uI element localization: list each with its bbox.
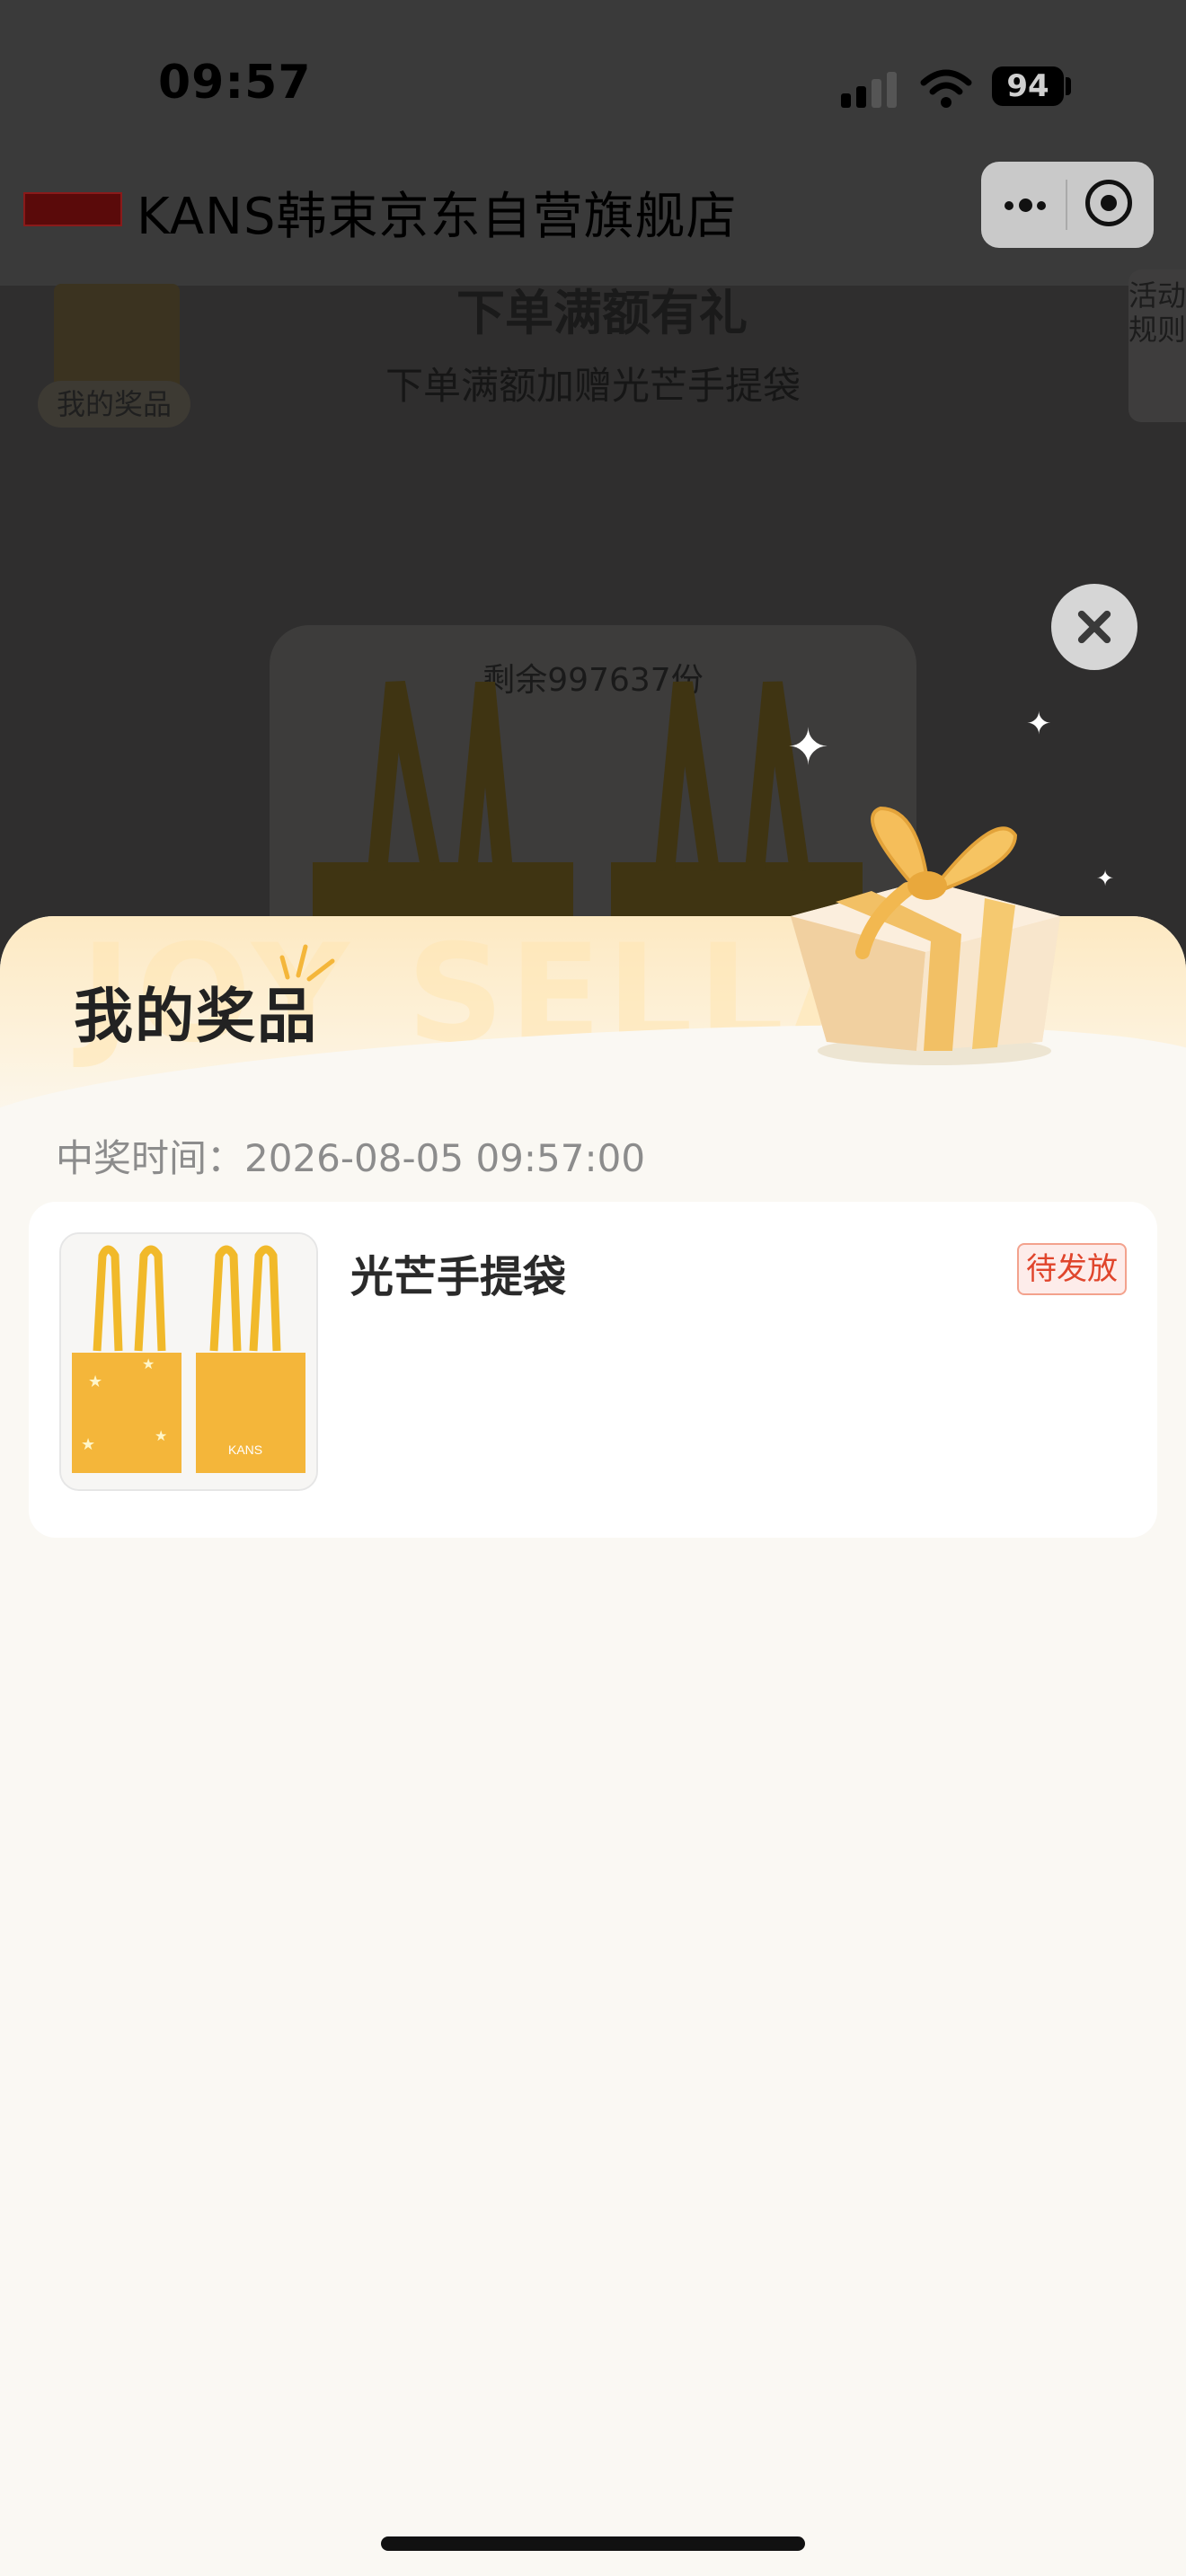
page-heading: 下单满额有礼: [456, 285, 748, 341]
capsule-divider: [1066, 180, 1067, 230]
item-image: ★ ★ ★ ★ KANS: [59, 1232, 318, 1491]
gift-icon: [791, 806, 1060, 1065]
status-badge: 待发放: [1017, 1243, 1127, 1295]
target-icon[interactable]: [1085, 180, 1132, 226]
svg-text:★: ★: [155, 1427, 167, 1444]
rules-tab[interactable]: 活动规则: [1128, 269, 1186, 422]
home-indicator: [381, 2536, 805, 2551]
status-time: 09:57: [158, 56, 312, 110]
sparkle-icon: ✦: [1096, 866, 1115, 891]
my-prize-button[interactable]: 我的奖品: [38, 381, 190, 428]
battery-icon: 94: [992, 66, 1064, 106]
wifi-icon: [920, 69, 972, 108]
close-icon[interactable]: [1051, 584, 1137, 670]
win-time-value: 2026-08-05 09:57:00: [244, 1136, 646, 1180]
item-name: 光芒手提袋: [350, 1252, 567, 1302]
prize-sheet: JOY SELLA 我的奖品 中奖时间：2026-08-05 09:57:00 …: [0, 916, 1186, 2576]
signal-icon: [841, 72, 898, 108]
win-time: 中奖时间：2026-08-05 09:57:00: [56, 1128, 645, 1183]
prize-item[interactable]: ★ ★ ★ ★ KANS 光芒手提袋 待发放: [29, 1202, 1157, 1538]
more-icon[interactable]: [997, 185, 1051, 225]
win-time-label: 中奖时间：: [56, 1136, 245, 1180]
svg-text:★: ★: [142, 1355, 155, 1372]
my-prize-bag-icon: [54, 284, 180, 392]
dim-bag-handles: [367, 680, 810, 871]
store-logo: [23, 192, 122, 226]
svg-text:★: ★: [81, 1435, 95, 1454]
tote-bag-image: ★ ★ ★ ★ KANS: [61, 1234, 316, 1489]
sparkle-icon: ✦: [787, 719, 829, 777]
sparkle-icon: [279, 944, 335, 982]
store-title: KANS韩束京东自营旗舰店: [137, 188, 738, 246]
item-brand-mark: KANS: [228, 1442, 262, 1457]
svg-text:★: ★: [88, 1372, 102, 1391]
battery-tip: [1066, 77, 1071, 95]
sparkle-icon: ✦: [1026, 706, 1052, 742]
page-subtitle: 下单满额加赠光芒手提袋: [385, 364, 801, 408]
